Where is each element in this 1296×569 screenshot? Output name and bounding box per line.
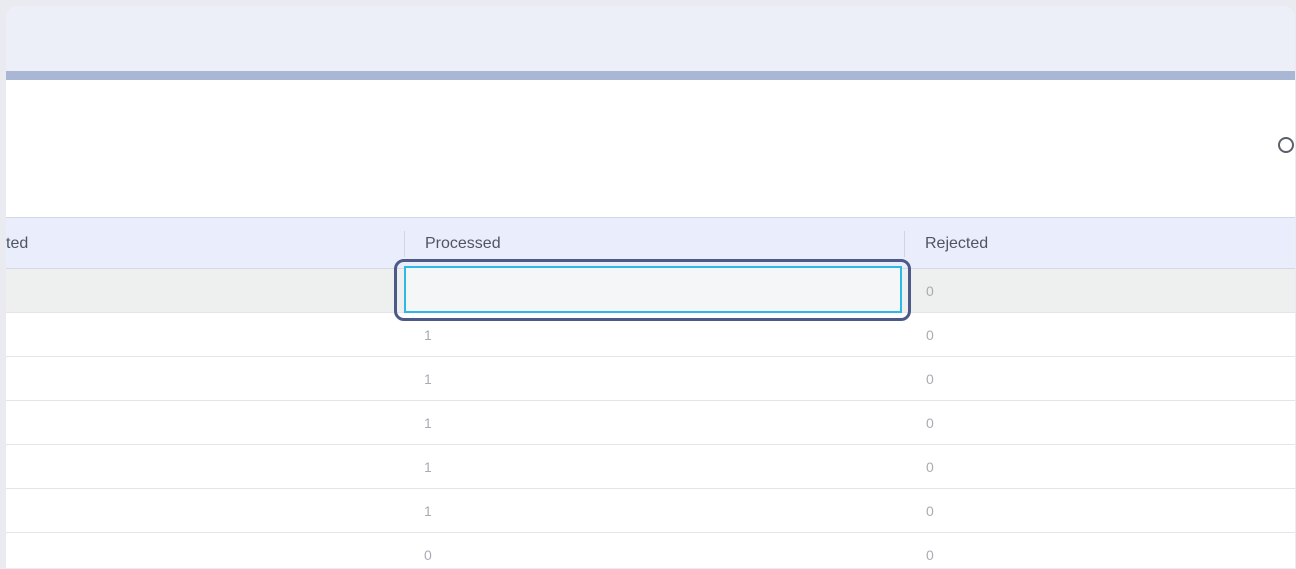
top-bar bbox=[6, 6, 1295, 71]
rejected-cell[interactable]: 0 bbox=[926, 445, 934, 489]
focused-cell-highlight bbox=[404, 266, 902, 313]
table-row[interactable]: 1 0 bbox=[6, 489, 1295, 533]
search-icon[interactable] bbox=[1276, 135, 1295, 155]
grid-toolbar bbox=[6, 80, 1295, 218]
processed-cell[interactable]: 1 bbox=[424, 489, 432, 533]
column-header-rejected[interactable]: Rejected bbox=[925, 218, 988, 268]
app-window: ted Processed Rejected 1 0 1 0 1 0 1 0 1… bbox=[6, 6, 1295, 568]
rejected-cell[interactable]: 0 bbox=[926, 401, 934, 445]
grid-body: 1 0 1 0 1 0 1 0 1 0 1 0 0 0 bbox=[6, 269, 1295, 568]
table-row[interactable]: 0 0 bbox=[6, 533, 1295, 568]
grid-header: ted Processed Rejected bbox=[6, 217, 1295, 269]
rejected-cell[interactable]: 0 bbox=[926, 489, 934, 533]
rejected-cell[interactable]: 0 bbox=[926, 269, 934, 313]
processed-cell[interactable]: 0 bbox=[424, 533, 432, 568]
rejected-cell[interactable]: 0 bbox=[926, 313, 934, 357]
column-header-submitted[interactable]: ted bbox=[6, 218, 28, 268]
rejected-cell[interactable]: 0 bbox=[926, 357, 934, 401]
column-divider[interactable] bbox=[404, 231, 405, 257]
processed-cell[interactable]: 1 bbox=[424, 445, 432, 489]
column-header-processed[interactable]: Processed bbox=[425, 218, 501, 268]
table-row[interactable]: 1 0 bbox=[6, 445, 1295, 489]
table-row[interactable]: 1 0 bbox=[6, 401, 1295, 445]
processed-cell[interactable]: 1 bbox=[424, 357, 432, 401]
table-row[interactable]: 1 0 bbox=[6, 357, 1295, 401]
table-row[interactable]: 1 0 bbox=[6, 313, 1295, 357]
accent-divider bbox=[6, 71, 1295, 80]
rejected-cell[interactable]: 0 bbox=[926, 533, 934, 568]
column-divider[interactable] bbox=[904, 231, 905, 257]
processed-cell[interactable]: 1 bbox=[424, 313, 432, 357]
processed-cell[interactable]: 1 bbox=[424, 401, 432, 445]
